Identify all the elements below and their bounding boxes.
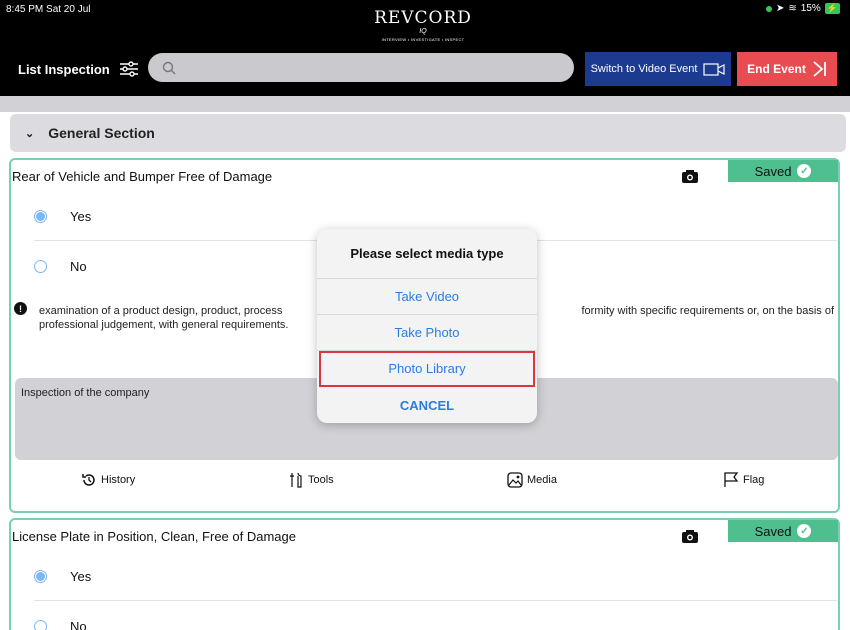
photo-library-option[interactable]: Photo Library	[319, 351, 535, 387]
section-title: General Section	[48, 125, 155, 141]
description-line1-left: examination of a product design, product…	[39, 305, 283, 317]
comment-text: Inspection of the company	[21, 387, 150, 399]
saved-badge: Saved ✓	[728, 520, 838, 542]
flag-button[interactable]: Flag	[723, 472, 764, 488]
logo-wordmark: REVCORD	[374, 8, 472, 28]
option-label: No	[70, 618, 87, 630]
battery-percent: 15%	[800, 3, 821, 14]
history-label: History	[101, 474, 136, 486]
end-event-button[interactable]: End Event	[737, 52, 837, 86]
end-event-label: End Event	[747, 62, 806, 76]
media-button[interactable]: Media	[507, 472, 557, 488]
search-icon	[162, 61, 176, 74]
top-bar: 8:45 PM Sat 20 Jul ➤ ≋ 15% ⚡ REVCORD IQ …	[0, 0, 850, 96]
flag-icon	[724, 472, 739, 487]
radio-unselected-icon	[34, 619, 47, 630]
tools-button[interactable]: Tools	[288, 472, 334, 488]
dialog-title: Please select media type	[317, 229, 537, 279]
saved-label: Saved	[754, 163, 792, 179]
take-video-option[interactable]: Take Video	[317, 279, 537, 315]
revcord-logo: REVCORD IQ INTERVIEW • INVESTIGATE • INS…	[368, 8, 478, 48]
take-photo-option[interactable]: Take Photo	[317, 315, 537, 351]
camera-icon[interactable]	[681, 529, 699, 544]
chevron-down-icon: ⌄	[25, 127, 35, 140]
radio-selected-icon	[34, 209, 47, 223]
battery-charging-icon: ⚡	[824, 3, 840, 14]
recording-dot-icon	[765, 5, 772, 12]
filter-sliders-icon[interactable]	[118, 59, 140, 79]
media-label: Media	[527, 474, 557, 486]
logo-tagline: INTERVIEW • INVESTIGATE • INSPECT	[381, 37, 465, 42]
history-button[interactable]: History	[81, 472, 135, 488]
history-icon	[82, 474, 95, 486]
question-title: Rear of Vehicle and Bumper Free of Damag…	[12, 169, 273, 184]
page-title: List Inspection	[18, 62, 110, 77]
checkmark-icon: ✓	[797, 524, 812, 538]
option-label: Yes	[70, 568, 92, 584]
camera-icon[interactable]	[681, 169, 699, 184]
option-label: No	[70, 258, 87, 274]
search-input[interactable]	[148, 53, 574, 82]
checkmark-icon: ✓	[797, 164, 812, 178]
radio-unselected-icon	[34, 259, 47, 273]
tools-label: Tools	[308, 474, 334, 486]
saved-badge: Saved ✓	[728, 160, 838, 182]
switch-to-video-event-button[interactable]: Switch to Video Event	[585, 52, 731, 86]
app-screen: 8:45 PM Sat 20 Jul ➤ ≋ 15% ⚡ REVCORD IQ …	[0, 0, 850, 630]
question-actions: History Tools Media Flag	[11, 472, 837, 502]
flag-label: Flag	[743, 474, 765, 486]
option-label: Yes	[70, 208, 92, 224]
description-line1-right: formity with specific requirements or, o…	[581, 305, 835, 317]
status-indicators: ➤ ≋ 15% ⚡	[765, 3, 840, 14]
question-card: License Plate in Position, Clean, Free o…	[9, 518, 840, 630]
question-title: License Plate in Position, Clean, Free o…	[12, 529, 296, 544]
header-spacer	[0, 96, 850, 112]
section-header-general[interactable]: ⌄ General Section	[10, 114, 846, 152]
image-icon	[507, 472, 523, 488]
info-icon: !	[14, 302, 27, 315]
saved-label: Saved	[754, 523, 792, 539]
cancel-button[interactable]: CANCEL	[317, 387, 537, 423]
location-icon: ➤	[775, 3, 785, 14]
end-arrow-icon	[813, 61, 826, 77]
status-time: 8:45 PM Sat 20 Jul	[6, 4, 91, 15]
switch-video-label: Switch to Video Event	[590, 63, 698, 75]
tools-icon	[290, 472, 302, 488]
option-no[interactable]: No	[11, 601, 837, 630]
logo-signature: IQ	[419, 28, 427, 35]
video-camera-icon	[703, 62, 726, 76]
media-type-dialog: Please select media type Take Video Take…	[317, 229, 537, 423]
option-yes[interactable]: Yes	[11, 551, 837, 601]
radio-selected-icon	[34, 569, 47, 583]
wifi-icon: ≋	[788, 3, 797, 14]
